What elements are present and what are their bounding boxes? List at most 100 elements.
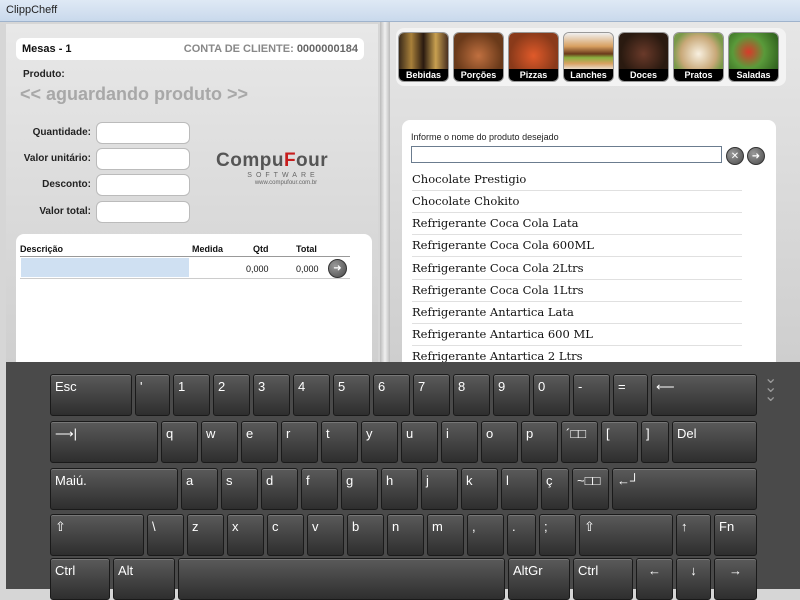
- category-bebidas[interactable]: Bebidas: [398, 32, 449, 82]
- key-alt[interactable]: Alt: [113, 558, 175, 600]
- key-minus[interactable]: -: [573, 374, 610, 416]
- key-bracket-right[interactable]: ]: [641, 421, 669, 463]
- key-caps[interactable]: Maiú.: [50, 468, 178, 510]
- key-1[interactable]: 1: [173, 374, 210, 416]
- key-c-cedilla[interactable]: ç: [541, 468, 569, 510]
- key-f[interactable]: f: [301, 468, 338, 510]
- product-item[interactable]: Chocolate Prestigio: [412, 169, 742, 191]
- key-space[interactable]: [178, 558, 505, 600]
- key-t[interactable]: t: [321, 421, 358, 463]
- key-ctrl-right[interactable]: Ctrl: [573, 558, 633, 600]
- key-arrow-down[interactable]: ↓: [676, 558, 711, 600]
- key-y[interactable]: y: [361, 421, 398, 463]
- key-equals[interactable]: =: [613, 374, 648, 416]
- key-s[interactable]: s: [221, 468, 258, 510]
- product-search-input[interactable]: [411, 146, 722, 163]
- key-i[interactable]: i: [441, 421, 478, 463]
- key-n[interactable]: n: [387, 514, 424, 556]
- key-bracket-left[interactable]: [: [601, 421, 638, 463]
- key-enter[interactable]: ←┘: [612, 468, 757, 510]
- key-2[interactable]: 2: [213, 374, 250, 416]
- product-item[interactable]: Refrigerante Antartica Lata: [412, 302, 742, 324]
- key-semicolon[interactable]: ;: [539, 514, 576, 556]
- product-item[interactable]: Refrigerante Antartica 600 ML: [412, 324, 742, 346]
- key-arrow-up[interactable]: ↑: [676, 514, 711, 556]
- mesa-label: Mesas - 1: [22, 43, 72, 55]
- key-u[interactable]: u: [401, 421, 438, 463]
- key-acute[interactable]: ´□□: [561, 421, 598, 463]
- key-6[interactable]: 6: [373, 374, 410, 416]
- valor-total-input[interactable]: [96, 201, 190, 223]
- category-label: Pizzas: [509, 69, 558, 81]
- key-g[interactable]: g: [341, 468, 378, 510]
- key-z[interactable]: z: [187, 514, 224, 556]
- key-backspace[interactable]: ⟵: [651, 374, 757, 416]
- key-shift-right[interactable]: ⇧: [579, 514, 673, 556]
- key-period[interactable]: .: [507, 514, 536, 556]
- key-h[interactable]: h: [381, 468, 418, 510]
- key-3[interactable]: 3: [253, 374, 290, 416]
- key-k[interactable]: k: [461, 468, 498, 510]
- key-9[interactable]: 9: [493, 374, 530, 416]
- key-w[interactable]: w: [201, 421, 238, 463]
- key-p[interactable]: p: [521, 421, 558, 463]
- product-item[interactable]: Refrigerante Coca Cola 1Ltrs: [412, 280, 742, 302]
- key-altgr[interactable]: AltGr: [508, 558, 570, 600]
- key-7[interactable]: 7: [413, 374, 450, 416]
- lanches-image: [564, 33, 613, 71]
- key-arrow-right[interactable]: →: [714, 558, 757, 600]
- product-item[interactable]: Refrigerante Coca Cola 600ML: [412, 235, 742, 257]
- key-r[interactable]: r: [281, 421, 318, 463]
- product-item[interactable]: Refrigerante Coca Cola Lata: [412, 213, 742, 235]
- key-m[interactable]: m: [427, 514, 464, 556]
- pratos-image: [674, 33, 723, 71]
- arrow-right-icon[interactable]: ➜: [747, 147, 765, 165]
- key-apostrophe[interactable]: ': [135, 374, 170, 416]
- key-c[interactable]: c: [267, 514, 304, 556]
- key-shift-left[interactable]: ⇧: [50, 514, 144, 556]
- key-a[interactable]: a: [181, 468, 218, 510]
- key-e[interactable]: e: [241, 421, 278, 463]
- key-j[interactable]: j: [421, 468, 458, 510]
- key-comma[interactable]: ,: [467, 514, 504, 556]
- quantidade-label: Quantidade:: [32, 127, 91, 138]
- key-8[interactable]: 8: [453, 374, 490, 416]
- arrow-right-icon[interactable]: ➜: [328, 259, 347, 278]
- key-4[interactable]: 4: [293, 374, 330, 416]
- conta-cliente-label: CONTA DE CLIENTE:: [183, 43, 294, 55]
- key-5[interactable]: 5: [333, 374, 370, 416]
- col-medida: Medida: [192, 244, 224, 254]
- valor-unitario-input[interactable]: [96, 148, 190, 170]
- desconto-input[interactable]: [96, 174, 190, 196]
- category-label: Saladas: [729, 69, 778, 81]
- key-o[interactable]: o: [481, 421, 518, 463]
- key-fn[interactable]: Fn: [714, 514, 757, 556]
- col-total: Total: [296, 244, 317, 254]
- key-d[interactable]: d: [261, 468, 298, 510]
- table-row-selected[interactable]: [21, 258, 189, 277]
- collapse-keyboard-icon[interactable]: ⌄ ⌄ ⌄: [764, 371, 777, 405]
- category-saladas[interactable]: Saladas: [728, 32, 779, 82]
- key-q[interactable]: q: [161, 421, 198, 463]
- key-esc[interactable]: Esc: [50, 374, 132, 416]
- key-b[interactable]: b: [347, 514, 384, 556]
- key-del[interactable]: Del: [672, 421, 757, 463]
- clear-icon[interactable]: ✕: [726, 147, 744, 165]
- category-pratos[interactable]: Pratos: [673, 32, 724, 82]
- category-pizzas[interactable]: Pizzas: [508, 32, 559, 82]
- key-tab[interactable]: ⟶|: [50, 421, 158, 463]
- quantidade-input[interactable]: [96, 122, 190, 144]
- product-item[interactable]: Chocolate Chokito: [412, 191, 742, 213]
- key-backslash[interactable]: \: [147, 514, 184, 556]
- category-doces[interactable]: Doces: [618, 32, 669, 82]
- key-arrow-left[interactable]: ←: [636, 558, 673, 600]
- key-tilde[interactable]: ~□□: [572, 468, 609, 510]
- category-porcoes[interactable]: Porções: [453, 32, 504, 82]
- key-l[interactable]: l: [501, 468, 538, 510]
- key-0[interactable]: 0: [533, 374, 570, 416]
- product-item[interactable]: Refrigerante Coca Cola 2Ltrs: [412, 258, 742, 280]
- key-v[interactable]: v: [307, 514, 344, 556]
- category-lanches[interactable]: Lanches: [563, 32, 614, 82]
- key-x[interactable]: x: [227, 514, 264, 556]
- key-ctrl-left[interactable]: Ctrl: [50, 558, 110, 600]
